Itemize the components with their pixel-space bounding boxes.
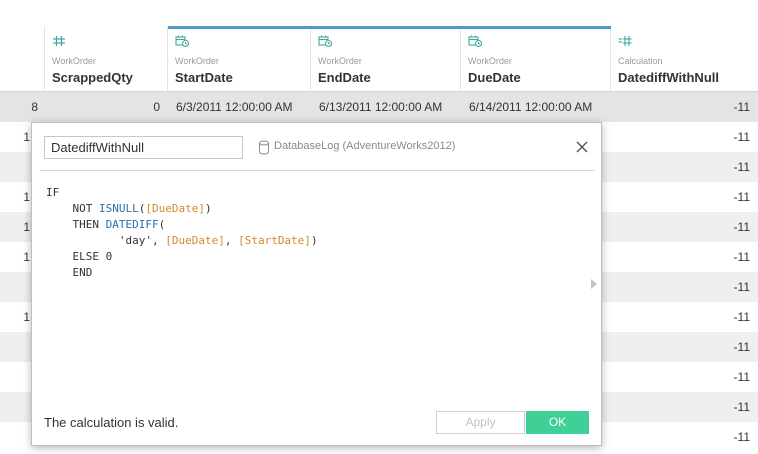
code-field-duedate: [DueDate] — [145, 202, 205, 215]
cell-row-value — [0, 422, 30, 452]
column-field-name: DueDate — [468, 70, 521, 85]
column-field-name: ScrappedQty — [52, 70, 133, 85]
expand-arrow-icon[interactable] — [591, 279, 597, 289]
datasource-label: DatabaseLog (AdventureWorks2012) — [274, 140, 456, 152]
cell-row-value — [0, 392, 30, 422]
formula-editor[interactable]: IF NOT ISNULL([DueDate]) THEN DATEDIFF( … — [46, 185, 318, 281]
code-keyword-then: THEN — [72, 218, 106, 231]
code-keyword-not: NOT — [72, 202, 99, 215]
cell-row-value: 8 — [31, 100, 38, 114]
column-field-name: DatediffWithNull — [618, 70, 719, 85]
cell-duedate: 6/14/2011 12:00:00 AM — [469, 100, 593, 114]
column-source: WorkOrder — [175, 56, 219, 66]
calc-hash-icon — [618, 36, 632, 46]
column-header-startdate[interactable]: WorkOrder StartDate — [168, 26, 311, 92]
column-header-scrappedqty[interactable]: WorkOrder ScrappedQty — [45, 26, 168, 92]
code-keyword-end: END — [72, 266, 93, 279]
column-header-row-id[interactable] — [0, 26, 45, 92]
cell-datediffwithnull: -11 — [733, 430, 750, 444]
selected-columns-accent — [168, 26, 611, 29]
calendar-clock-icon — [318, 35, 332, 47]
column-field-name: EndDate — [318, 70, 371, 85]
cell-datediffwithnull: -11 — [733, 400, 750, 414]
code-function-isnull: ISNULL — [99, 202, 139, 215]
cell-row-value: 1 — [23, 220, 30, 234]
cell-datediffwithnull: -11 — [733, 190, 750, 204]
code-field-startdate: [StartDate] — [238, 234, 311, 247]
column-header-datediffwithnull[interactable]: Calculation DatediffWithNull — [611, 26, 758, 92]
cell-datediffwithnull: -11 — [733, 130, 750, 144]
column-header-duedate[interactable]: WorkOrder DueDate — [461, 26, 611, 92]
column-header-enddate[interactable]: WorkOrder EndDate — [311, 26, 461, 92]
code-string-day: 'day', — [118, 234, 166, 247]
ok-button[interactable]: OK — [526, 411, 589, 434]
calendar-clock-icon — [175, 35, 189, 47]
cell-datediffwithnull: -11 — [733, 100, 750, 114]
code-else: ELSE 0 — [72, 250, 113, 263]
code-function-datediff: DATEDIFF — [105, 218, 159, 231]
cell-row-value: 1 — [23, 190, 30, 204]
cell-scrappedqty: 0 — [153, 100, 160, 114]
calculation-name-input[interactable] — [44, 136, 243, 159]
cell-row-value: 1 — [23, 130, 30, 144]
cell-datediffwithnull: -11 — [733, 340, 750, 354]
cell-datediffwithnull: -11 — [733, 370, 750, 384]
cell-startdate: 6/3/2011 12:00:00 AM — [176, 100, 293, 114]
cell-row-value — [0, 152, 30, 182]
divider — [40, 170, 595, 171]
toolbar-strip — [0, 0, 758, 26]
calculation-editor-dialog[interactable]: DatabaseLog (AdventureWorks2012) IF NOT … — [31, 122, 602, 446]
cell-datediffwithnull: -11 — [733, 310, 750, 324]
cell-datediffwithnull: -11 — [733, 220, 750, 234]
table-row[interactable]: 8 0 6/3/2011 12:00:00 AM 6/13/2011 12:00… — [0, 92, 758, 122]
apply-button[interactable]: Apply — [436, 411, 525, 434]
column-source: WorkOrder — [52, 56, 96, 66]
column-source: WorkOrder — [318, 56, 362, 66]
cell-datediffwithnull: -11 — [733, 280, 750, 294]
calendar-clock-icon — [468, 35, 482, 47]
hash-icon — [53, 36, 65, 46]
database-icon — [259, 140, 269, 155]
cell-datediffwithnull: -11 — [733, 160, 750, 174]
cell-row-value — [0, 332, 30, 362]
cell-row-value: 1 — [23, 250, 30, 264]
cell-row-value: 1 — [23, 310, 30, 324]
close-icon[interactable] — [574, 139, 590, 155]
code-field-duedate: [DueDate] — [165, 234, 225, 247]
validation-status: The calculation is valid. — [44, 415, 179, 430]
cell-datediffwithnull: -11 — [733, 250, 750, 264]
column-field-name: StartDate — [175, 70, 233, 85]
column-source: WorkOrder — [468, 56, 512, 66]
code-keyword-if: IF — [46, 186, 60, 199]
cell-row-value — [0, 272, 30, 302]
cell-row-value — [0, 362, 30, 392]
cell-enddate: 6/13/2011 12:00:00 AM — [319, 100, 443, 114]
column-source: Calculation — [618, 56, 663, 66]
